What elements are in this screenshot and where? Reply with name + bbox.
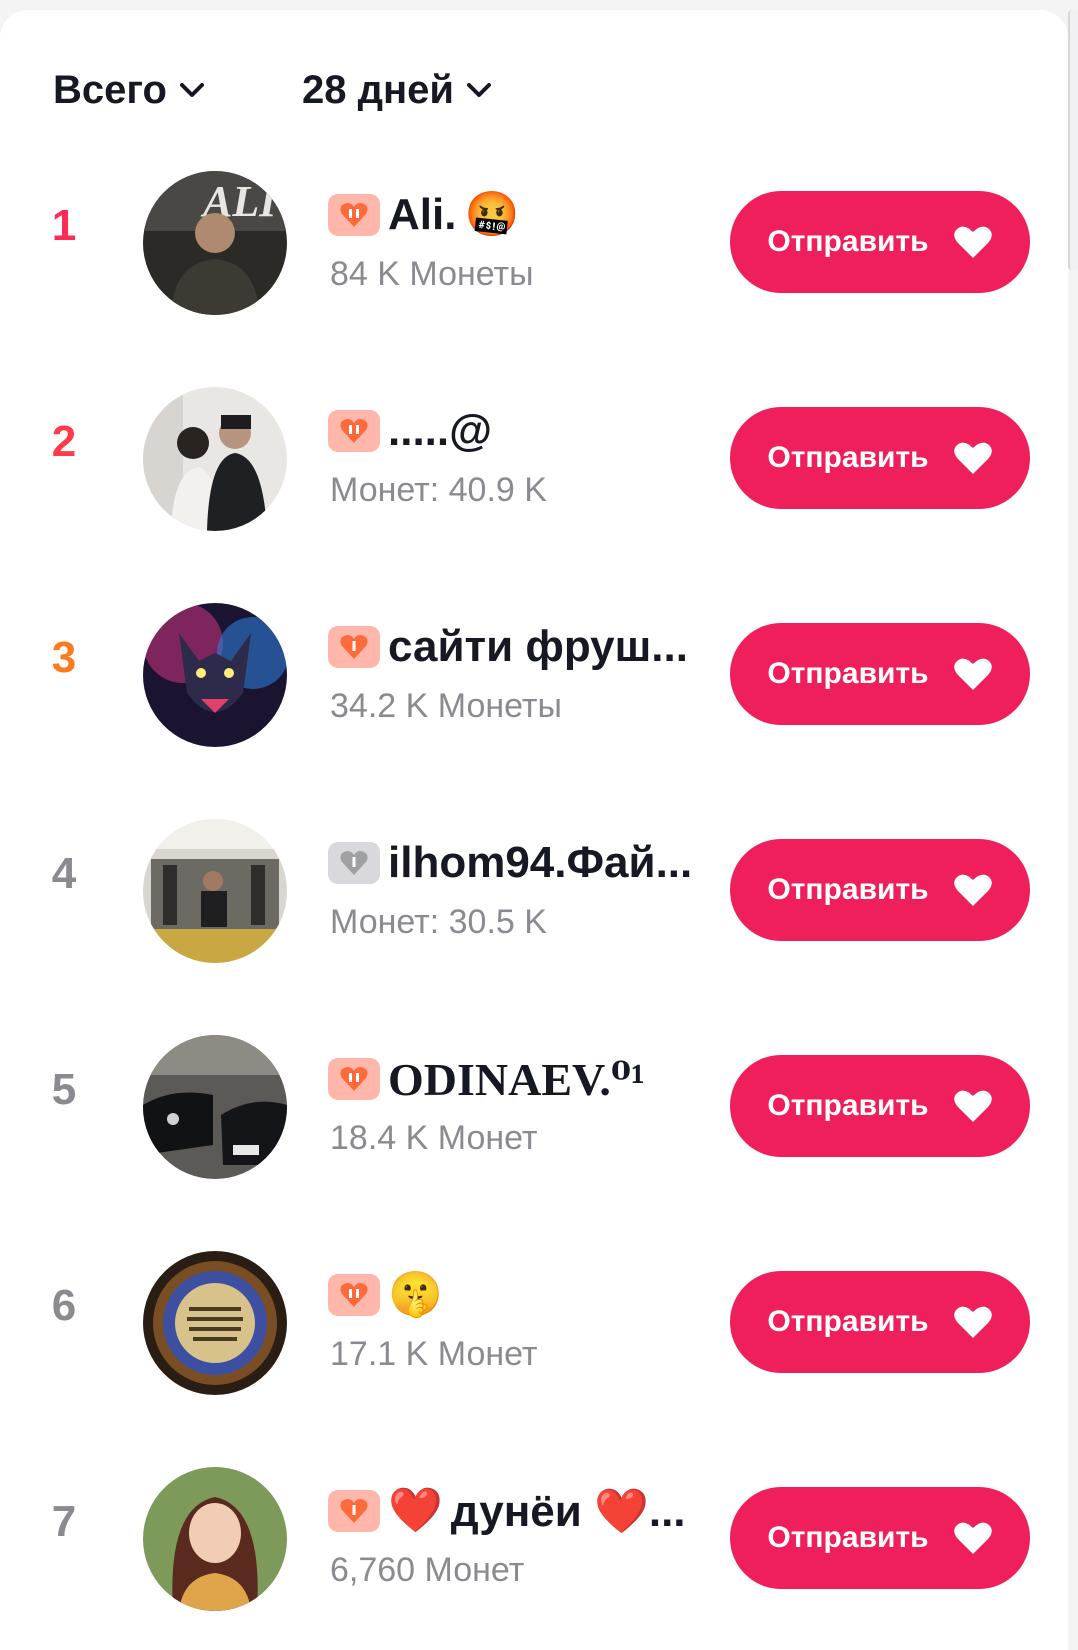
heart-icon xyxy=(953,1088,993,1124)
avatar[interactable]: ALI xyxy=(143,171,287,315)
user-name-line: .....@ xyxy=(328,403,724,459)
send-gift-button[interactable]: Отправить xyxy=(730,1055,1030,1157)
user-name-line: ilhom94.Фай... xyxy=(328,835,724,891)
coin-count: 84 K Монеты xyxy=(330,255,534,293)
coin-count: 17.1 K Монет xyxy=(330,1335,538,1373)
heart-icon xyxy=(953,872,993,908)
shushing-face-emoji: 🤫 xyxy=(388,1270,443,1319)
level-badge-icon xyxy=(328,194,380,236)
rank-number: 4 xyxy=(51,849,77,898)
send-button-label: Отправить xyxy=(767,657,929,690)
leaderboard-row: 7 ❤️ дунёи ❤️... 6,760 Монет Отправить xyxy=(0,1429,1078,1645)
send-gift-button[interactable]: Отправить xyxy=(730,1487,1030,1589)
send-gift-button[interactable]: Отправить xyxy=(730,1271,1030,1373)
send-button-label: Отправить xyxy=(767,225,929,258)
coin-count: 18.4 K Монет xyxy=(330,1119,538,1157)
rank-number: 2 xyxy=(51,417,77,466)
rank-number: 1 xyxy=(51,201,77,250)
heart-icon xyxy=(953,1304,993,1340)
scope-filter-label: Всего xyxy=(53,67,167,112)
send-gift-button[interactable]: Отправить xyxy=(730,623,1030,725)
avatar[interactable] xyxy=(143,603,287,747)
send-button-label: Отправить xyxy=(767,441,929,474)
leaderboard-row: 2 .....@ Монет: 40.9 K Отправить xyxy=(0,349,1078,565)
level-badge-gray-icon xyxy=(328,842,380,884)
heart-icon xyxy=(953,1520,993,1556)
send-gift-button[interactable]: Отправить xyxy=(730,839,1030,941)
user-name[interactable]: ilhom94.Фай... xyxy=(388,838,692,888)
leaderboard-row: 6 🤫 17.1 K Монет Отправить xyxy=(0,1213,1078,1429)
leaderboard-row: 5 ODINAEV.⁰¹ 18.4 K Монет Отправить xyxy=(0,997,1078,1213)
level-badge-icon xyxy=(328,1058,380,1100)
user-name-line: ODINAEV.⁰¹ xyxy=(328,1051,724,1107)
heart-icon xyxy=(953,656,993,692)
scope-filter-dropdown[interactable]: Всего xyxy=(53,62,205,118)
period-filter-label: 28 дней xyxy=(302,67,454,112)
send-gift-button[interactable]: Отправить xyxy=(730,407,1030,509)
leaderboard-row: 3 сайти фруш... 34.2 K Монеты Отправить xyxy=(0,565,1078,781)
avatar[interactable] xyxy=(143,1035,287,1179)
period-filter-dropdown[interactable]: 28 дней xyxy=(302,62,492,118)
send-button-label: Отправить xyxy=(767,873,929,906)
avatar[interactable] xyxy=(143,819,287,963)
coin-count: Монет: 30.5 K xyxy=(330,903,547,941)
avatar[interactable] xyxy=(143,387,287,531)
user-name-line: сайти фруш... xyxy=(328,619,724,675)
send-gift-button[interactable]: Отправить xyxy=(730,191,1030,293)
user-name[interactable]: дунёи ❤️... xyxy=(451,1485,686,1537)
avatar[interactable] xyxy=(143,1251,287,1395)
coin-count: Монет: 40.9 K xyxy=(330,471,547,509)
level-badge-icon xyxy=(328,1490,380,1532)
heart-icon xyxy=(953,440,993,476)
user-name[interactable]: .....@ xyxy=(388,406,492,456)
level-badge-icon xyxy=(328,626,380,668)
level-badge-icon xyxy=(328,410,380,452)
send-button-label: Отправить xyxy=(767,1089,929,1122)
coin-count: 34.2 K Монеты xyxy=(330,687,562,725)
send-button-label: Отправить xyxy=(767,1305,929,1338)
user-name-line: 🤫 xyxy=(328,1267,724,1323)
coin-count: 6,760 Монет xyxy=(330,1551,525,1589)
leaderboard-row: 4 ilhom94.Фай... Монет: 30.5 K Отправить xyxy=(0,781,1078,997)
user-name[interactable]: ODINAEV.⁰¹ xyxy=(388,1052,645,1106)
cursing-face-emoji: 🤬 xyxy=(464,190,520,239)
red-heart-emoji: ❤️ xyxy=(388,1486,443,1535)
rank-number: 7 xyxy=(51,1497,77,1546)
user-name-line: Ali. 🤬 xyxy=(328,187,724,243)
user-name-line: ❤️ дунёи ❤️... xyxy=(328,1483,724,1539)
heart-icon xyxy=(953,224,993,260)
chevron-down-icon xyxy=(179,81,205,99)
leaderboard-row: 1 ALI Ali. 🤬 84 K Монеты Отправить xyxy=(0,133,1078,349)
rank-number: 3 xyxy=(51,633,77,682)
user-name[interactable]: сайти фруш... xyxy=(388,622,688,672)
send-button-label: Отправить xyxy=(767,1521,929,1554)
avatar[interactable] xyxy=(143,1467,287,1611)
user-name[interactable]: Ali. xyxy=(388,190,456,240)
chevron-down-icon xyxy=(466,81,492,99)
level-badge-icon xyxy=(328,1274,380,1316)
rank-number: 5 xyxy=(51,1065,77,1114)
rank-number: 6 xyxy=(51,1281,77,1330)
